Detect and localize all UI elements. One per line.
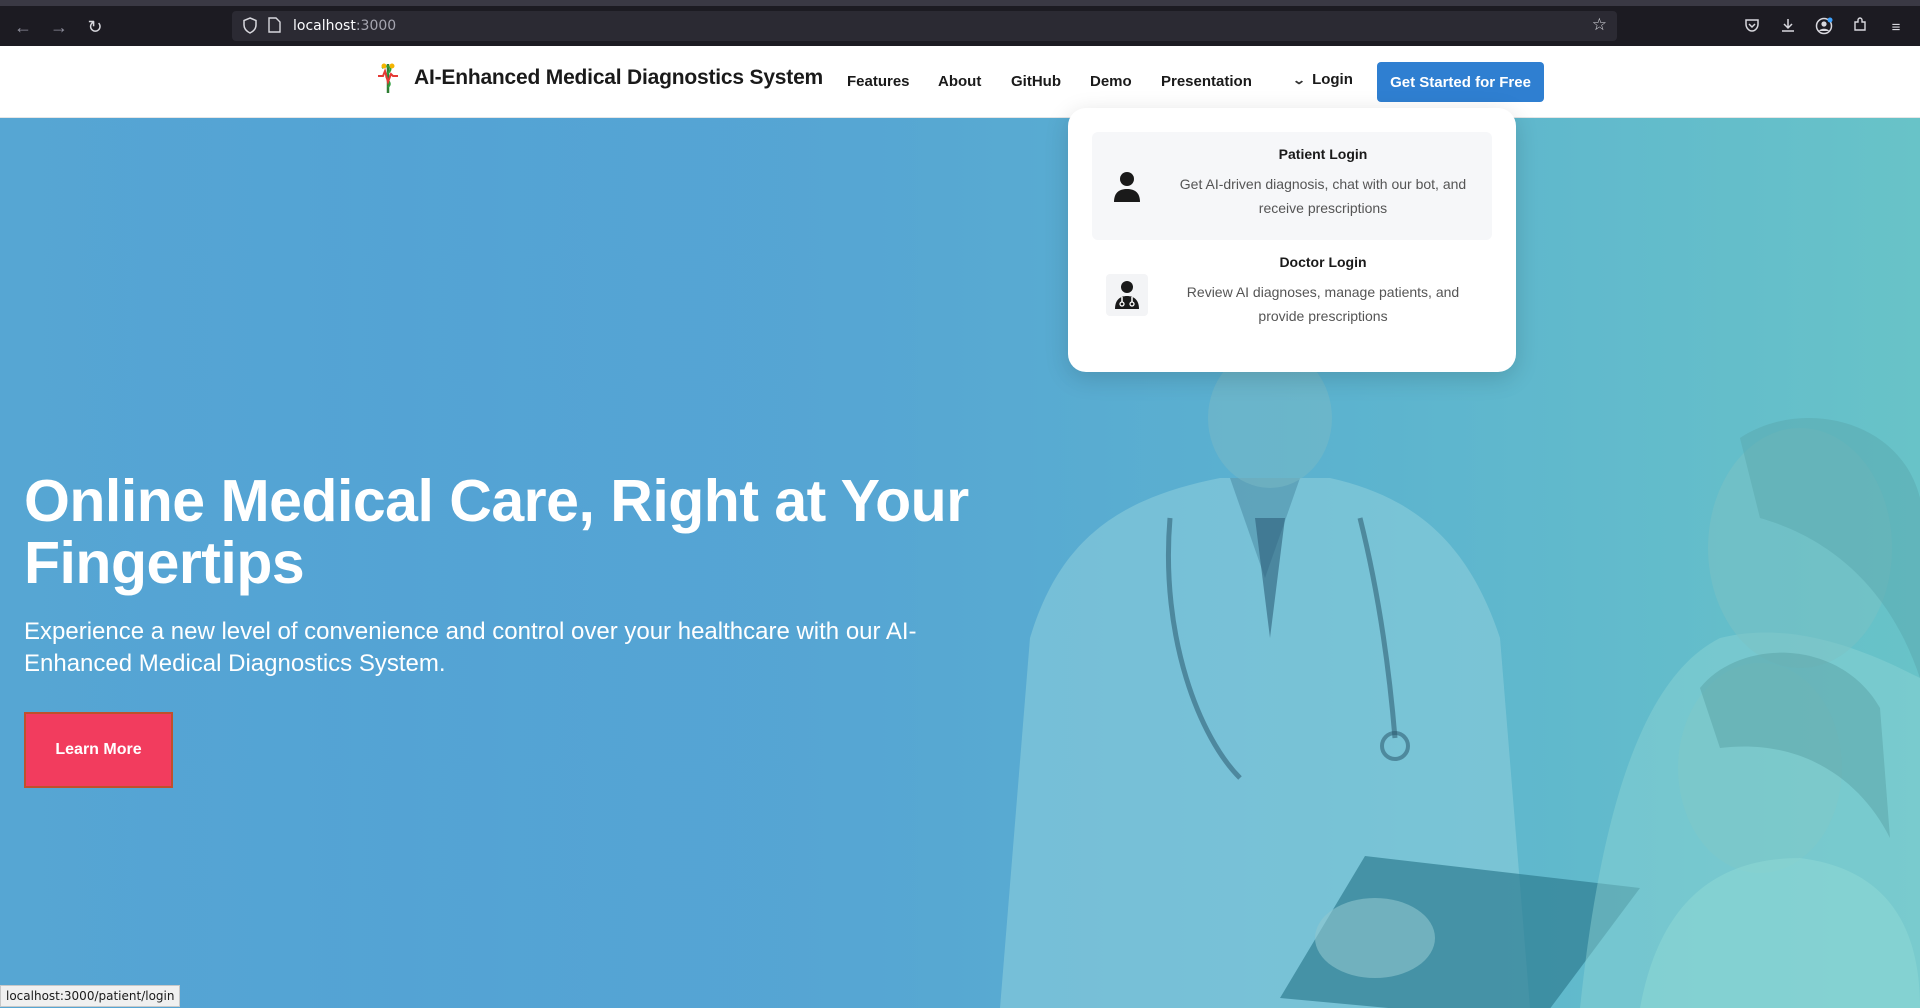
- nav-about[interactable]: About: [938, 73, 981, 90]
- get-started-button[interactable]: Get Started for Free: [1377, 62, 1544, 102]
- address-bar[interactable]: localhost:3000 ☆: [232, 11, 1617, 41]
- hero-subtitle: Experience a new level of convenience an…: [24, 618, 917, 677]
- doctor-login-description: Review AI diagnoses, manage patients, an…: [1186, 284, 1460, 324]
- nav-demo[interactable]: Demo: [1090, 73, 1132, 90]
- account-icon[interactable]: [1813, 17, 1835, 39]
- extensions-icon[interactable]: [1849, 17, 1871, 39]
- login-dropdown-toggle[interactable]: ⌄ Login: [1291, 71, 1353, 88]
- doctor-login-text: Doctor Login Review AI diagnoses, manage…: [1168, 254, 1478, 328]
- nav-features[interactable]: Features: [847, 73, 910, 90]
- patient-login-text: Patient Login Get AI-driven diagnosis, c…: [1168, 146, 1478, 220]
- patient-login-title: Patient Login: [1278, 146, 1368, 162]
- hero-section: Online Medical Care, Right at Your Finge…: [0, 118, 1920, 1008]
- pocket-icon[interactable]: [1741, 17, 1763, 39]
- menu-hamburger-icon[interactable]: ≡: [1885, 17, 1907, 39]
- hero-title: Online Medical Care, Right at Your Finge…: [24, 468, 969, 596]
- patient-user-icon: [1106, 166, 1148, 208]
- back-arrow-icon[interactable]: ←: [12, 16, 34, 38]
- link-status-url: localhost:3000/patient/login: [0, 985, 181, 1007]
- download-icon[interactable]: [1777, 17, 1799, 39]
- nav-github[interactable]: GitHub: [1011, 73, 1061, 90]
- chevron-down-icon: ⌄: [1291, 72, 1307, 87]
- doctor-login-option[interactable]: Doctor Login Review AI diagnoses, manage…: [1092, 240, 1492, 348]
- doctor-login-title: Doctor Login: [1279, 254, 1367, 270]
- learn-more-button[interactable]: Learn More: [24, 712, 173, 788]
- reload-icon[interactable]: ↻: [84, 16, 106, 38]
- site-header: AI-Enhanced Medical Diagnostics System F…: [0, 46, 1920, 118]
- forward-arrow-icon[interactable]: →: [48, 16, 70, 38]
- patient-login-option[interactable]: Patient Login Get AI-driven diagnosis, c…: [1092, 132, 1492, 240]
- caduceus-logo-icon: [378, 63, 398, 93]
- url-text[interactable]: localhost:3000: [293, 18, 396, 34]
- login-dropdown-menu: Patient Login Get AI-driven diagnosis, c…: [1068, 108, 1516, 372]
- bookmark-star-icon[interactable]: ☆: [1592, 15, 1607, 35]
- nav-presentation[interactable]: Presentation: [1161, 73, 1252, 90]
- patient-login-description: Get AI-driven diagnosis, chat with our b…: [1179, 176, 1467, 216]
- login-label: Login: [1312, 71, 1353, 88]
- shield-icon[interactable]: [242, 17, 258, 37]
- doctor-user-icon: [1106, 274, 1148, 316]
- brand[interactable]: AI-Enhanced Medical Diagnostics System: [372, 60, 823, 96]
- browser-toolbar: ← → ↻ localhost:3000 ☆ ≡: [0, 0, 1920, 46]
- brand-name: AI-Enhanced Medical Diagnostics System: [414, 66, 824, 89]
- page-icon: [268, 17, 281, 36]
